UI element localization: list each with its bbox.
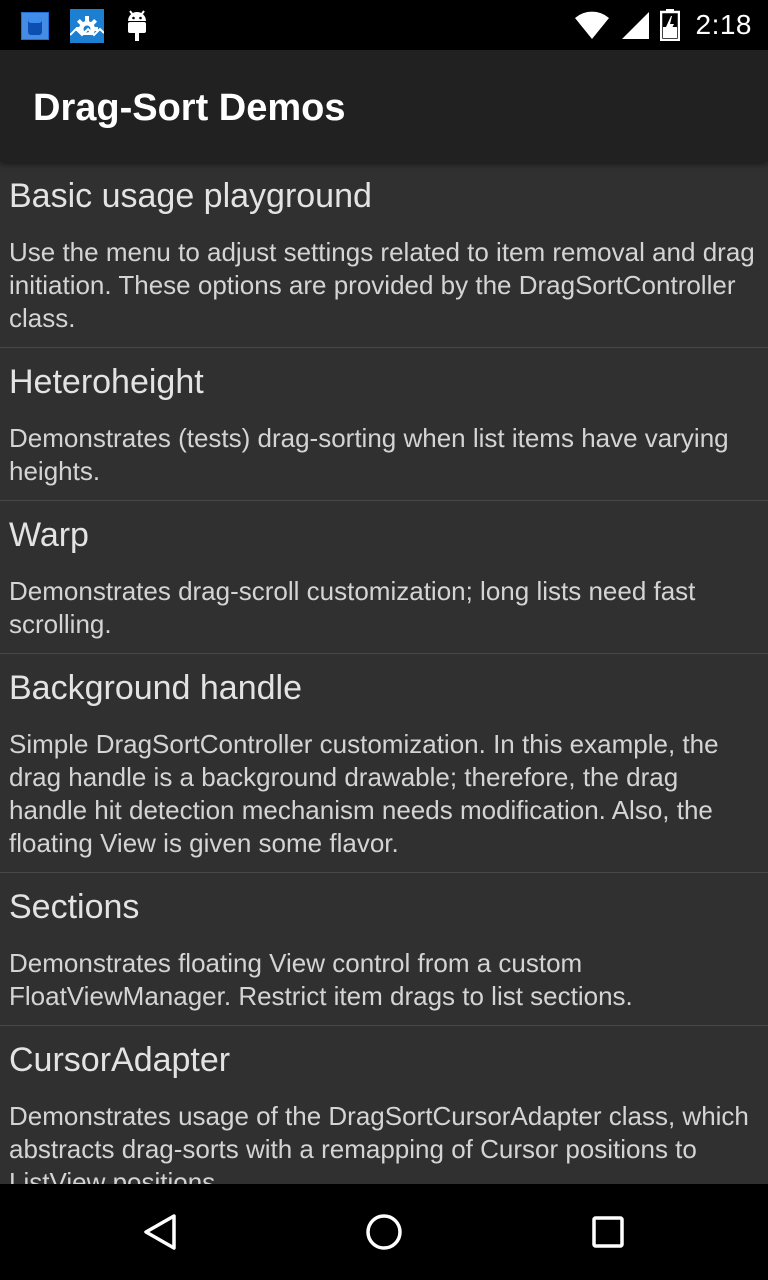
list-item-description: Demonstrates floating View control from …	[9, 948, 633, 1011]
system-status-icons: 2:18	[574, 6, 753, 44]
battery-charging-icon	[659, 9, 680, 41]
status-clock: 2:18	[695, 9, 752, 40]
list-item-title: Heteroheight	[9, 363, 204, 401]
list-item-title: Background handle	[9, 669, 303, 707]
settings-gear-notification-icon	[70, 9, 104, 43]
list-item-title: Warp	[9, 516, 89, 554]
back-button[interactable]	[136, 1208, 184, 1256]
home-button[interactable]	[360, 1208, 408, 1256]
list-item-title: Basic usage playground	[9, 177, 372, 215]
app-title: Drag-Sort Demos	[33, 87, 346, 129]
recents-icon	[592, 1216, 624, 1248]
list-item-title: Sections	[9, 888, 140, 926]
list-item-basic-usage-playground[interactable]: Basic usage playground Use the menu to a…	[0, 162, 768, 348]
list-item-cursor-adapter[interactable]: CursorAdapter Demonstrates usage of the …	[0, 1026, 768, 1184]
list-item-background-handle[interactable]: Background handle Simple DragSortControl…	[0, 654, 768, 873]
list-item-heteroheight[interactable]: Heteroheight Demonstrates (tests) drag-s…	[0, 348, 768, 501]
cellular-signal-icon	[621, 12, 649, 39]
demo-list[interactable]: Basic usage playground Use the menu to a…	[0, 162, 768, 1184]
list-item-description: Demonstrates drag-scroll customization; …	[9, 576, 696, 639]
wifi-icon	[574, 11, 609, 39]
list-item-description: Demonstrates usage of the DragSortCursor…	[9, 1101, 749, 1184]
list-item-title: CursorAdapter	[9, 1041, 231, 1079]
list-item-sections[interactable]: Sections Demonstrates floating View cont…	[0, 873, 768, 1026]
notification-icons	[20, 8, 150, 44]
recents-button[interactable]	[584, 1208, 632, 1256]
app-bar: Drag-Sort Demos	[0, 50, 768, 162]
list-item-description: Use the menu to adjust settings related …	[9, 237, 755, 333]
back-icon	[144, 1214, 176, 1250]
status-bar: 2:18	[0, 0, 768, 50]
android-debug-icon	[128, 10, 146, 41]
list-item-description: Demonstrates (tests) drag-sorting when l…	[9, 423, 729, 486]
home-icon	[366, 1214, 402, 1250]
list-item-warp[interactable]: Warp Demonstrates drag-scroll customizat…	[0, 501, 768, 654]
navigation-bar	[0, 1184, 768, 1280]
app-notification-icon	[21, 12, 49, 40]
list-item-description: Simple DragSortController customization.…	[9, 729, 719, 858]
